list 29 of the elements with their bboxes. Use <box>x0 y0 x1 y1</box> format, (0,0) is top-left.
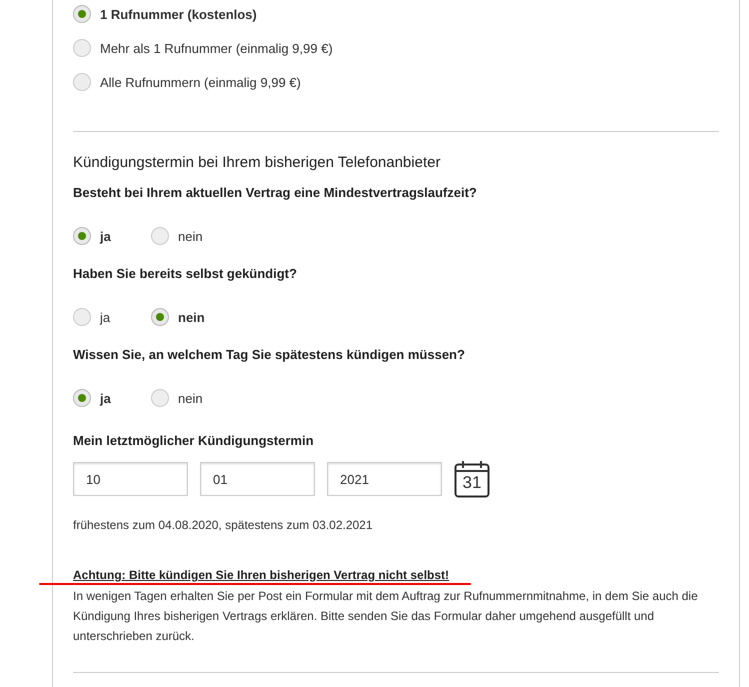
radio-button[interactable] <box>73 389 91 407</box>
option-label: ja <box>100 390 111 406</box>
warning-text: In wenigen Tagen erhalten Sie per Post ein Formular mit dem Auftrag zur Rufnummernmitnahme, in dem Sie auch die Kündigung Ihres bisherigen Vertrags erklären. Bitte senden Sie das Formular daher umgehend ausgefüllt und unterschrieben zurück. <box>73 588 699 645</box>
question-label: Wissen Sie, an welchem Tag Sie spätestens kündigen müssen? <box>73 347 466 362</box>
radio-button[interactable] <box>151 308 169 326</box>
date-hint: frühestens zum 04.08.2020, spätestens zum 03.02.2021 <box>73 518 374 532</box>
question-label: Haben Sie bereits selbst gekündigt? <box>73 266 298 281</box>
option-label: nein <box>178 310 205 324</box>
radio-button[interactable] <box>73 39 91 57</box>
option-label: Mehr als 1 Rufnummer (einmalig 9,99 €) <box>100 40 333 56</box>
radio-button[interactable] <box>151 389 169 407</box>
warning-title: Achtung: Bitte kündigen Sie Ihren bisherigen Vertrag nicht selbst! <box>73 568 450 582</box>
radio-button[interactable] <box>73 73 91 91</box>
month-field[interactable]: 01 <box>200 462 315 496</box>
option-label: 1 Rufnummer (kostenlos) <box>100 6 257 22</box>
option-label: ja <box>100 228 111 244</box>
option-label: nein <box>178 228 203 244</box>
option-label: nein <box>178 390 203 406</box>
radio-button[interactable] <box>73 227 91 245</box>
question-label: Besteht bei Ihrem aktuellen Vertrag eine Mindestvertragslaufzeit? <box>73 185 478 200</box>
year-field[interactable]: 2021 <box>327 462 442 496</box>
radio-button[interactable] <box>73 5 91 23</box>
option-label: Alle Rufnummern (einmalig 9,99 €) <box>100 74 301 90</box>
radio-button[interactable] <box>73 308 91 326</box>
day-field[interactable]: 10 <box>73 462 188 496</box>
option-label: ja <box>100 310 110 324</box>
date-label: Mein letztmöglicher Kündigungstermin <box>73 433 315 448</box>
section-title: Kündigungstermin bei Ihrem bisherigen Telefonanbieter <box>73 154 442 171</box>
radio-button[interactable] <box>151 227 169 245</box>
